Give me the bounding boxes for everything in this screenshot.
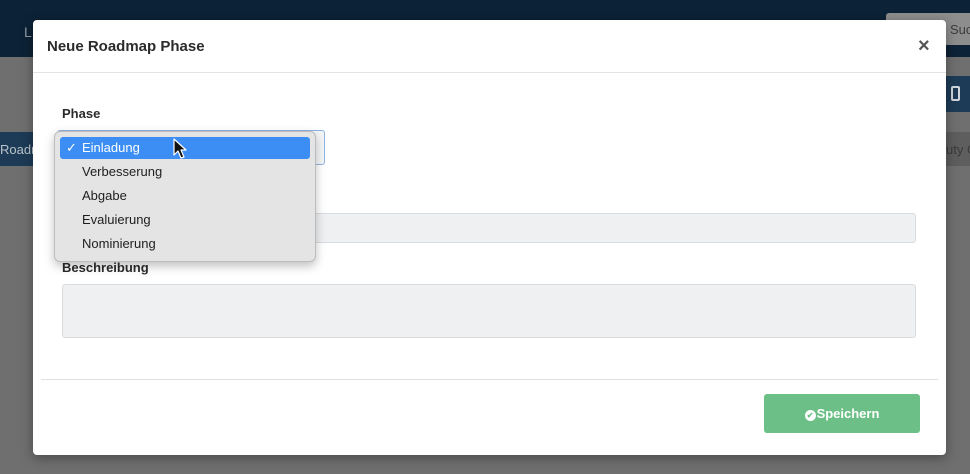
device-view-button[interactable] [944, 76, 970, 112]
checkmark-icon: ✓ [66, 140, 77, 155]
option-label: Abgabe [82, 188, 127, 203]
close-icon[interactable]: × [918, 34, 930, 58]
save-button[interactable]: ✔ Speichern [764, 394, 920, 433]
mouse-pointer-icon [173, 138, 187, 159]
modal-title: Neue Roadmap Phase [47, 38, 205, 55]
tablet-icon [951, 86, 960, 101]
description-textarea[interactable] [62, 284, 916, 338]
option-label: Einladung [82, 140, 140, 155]
save-button-label: Speichern [816, 406, 880, 421]
option-label: Nominierung [82, 236, 156, 251]
footer-divider [41, 379, 938, 380]
dropdown-option-evaluierung[interactable]: Evaluierung [60, 209, 310, 231]
description-label: Beschreibung [62, 260, 149, 275]
check-circle-icon: ✔ [804, 410, 816, 421]
option-label: Evaluierung [82, 212, 151, 227]
modal-header: Neue Roadmap Phase × [33, 20, 946, 73]
option-label: Verbesserung [82, 164, 163, 179]
tab-right[interactable]: uty C [946, 142, 970, 157]
dropdown-option-abgabe[interactable]: Abgabe [60, 185, 310, 207]
dropdown-option-verbesserung[interactable]: Verbesserung [60, 161, 310, 183]
dropdown-option-nominierung[interactable]: Nominierung [60, 233, 310, 255]
nav-item[interactable]: L [24, 24, 32, 40]
phase-label: Phase [62, 106, 101, 121]
